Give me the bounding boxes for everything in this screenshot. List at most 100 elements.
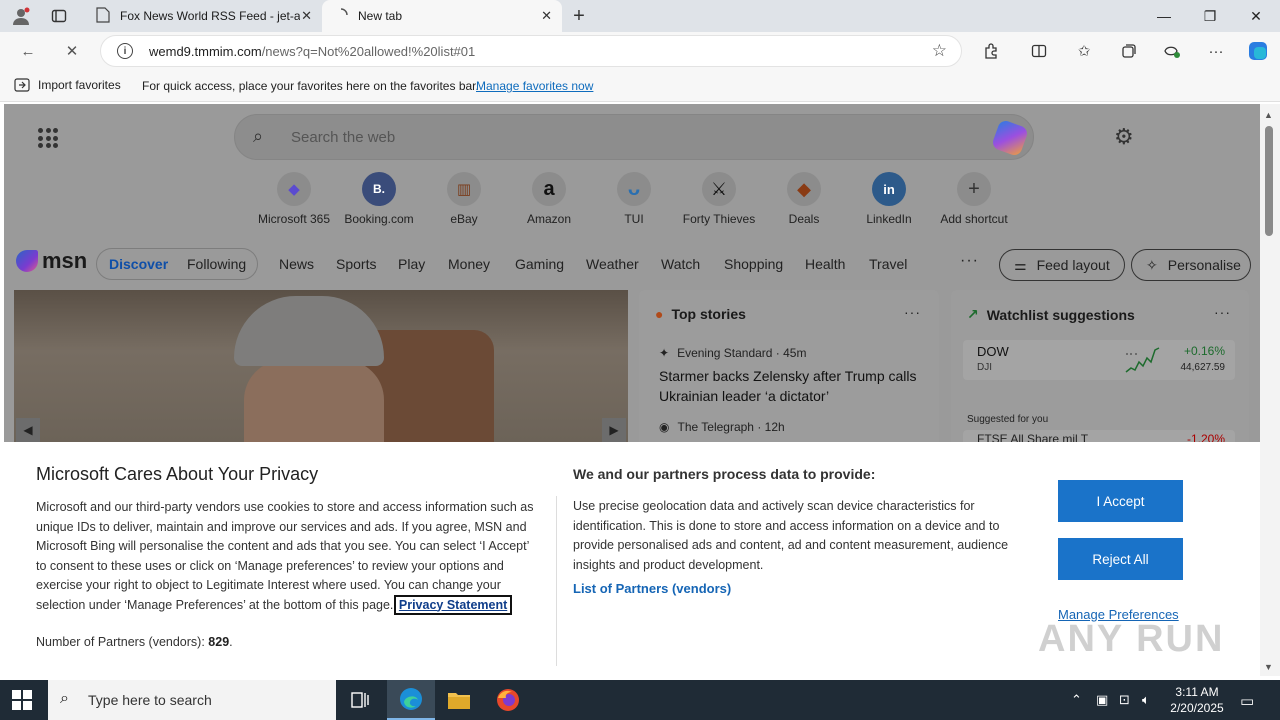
show-hidden-icons[interactable]: ⌃ — [1071, 692, 1082, 708]
msn-logo[interactable]: msn — [16, 248, 87, 274]
close-tab-icon[interactable]: ✕ — [541, 8, 552, 24]
nav-shopping[interactable]: Shopping — [724, 256, 783, 272]
edge-taskbar-icon[interactable] — [387, 680, 435, 720]
shortcut-tui[interactable]: ᴗ TUI — [594, 172, 674, 226]
restore-button[interactable]: ❐ — [1187, 0, 1233, 32]
nav-weather[interactable]: Weather — [586, 256, 639, 272]
shortcut-linkedin[interactable]: in LinkedIn — [849, 172, 929, 226]
watchlist-heading: ↗ Watchlist suggestions — [967, 306, 1135, 323]
settings-more-icon[interactable]: ··· — [1206, 41, 1226, 61]
divider — [556, 496, 557, 666]
amazon-icon: a — [532, 172, 566, 206]
address-bar[interactable]: i wemd9.tmmim.com/news?q=Not%20allowed!%… — [100, 35, 962, 67]
tab-new-tab[interactable]: New tab ✕ — [322, 0, 562, 32]
url-text[interactable]: wemd9.tmmim.com/news?q=Not%20allowed!%20… — [149, 44, 475, 59]
shortcut-microsoft-365[interactable]: ◆ Microsoft 365 — [254, 172, 334, 226]
scroll-down-icon[interactable]: ▼ — [1264, 662, 1273, 672]
nav-news[interactable]: News — [279, 256, 314, 272]
nav-gaming[interactable]: Gaming — [515, 256, 564, 272]
network-drive-icon[interactable]: ▣ — [1096, 692, 1108, 708]
carousel-prev-icon[interactable]: ◀ — [16, 418, 40, 442]
shortcut-deals[interactable]: ◆ Deals — [764, 172, 844, 226]
search-placeholder[interactable]: Search the web — [291, 129, 395, 146]
suggested-label: Suggested for you — [967, 414, 1049, 425]
privacy-title: Microsoft Cares About Your Privacy — [36, 464, 319, 484]
carousel-next-icon[interactable]: ▶ — [602, 418, 626, 442]
new-tab-button[interactable]: + — [570, 5, 588, 27]
shortcut-booking[interactable]: B. Booking.com — [339, 172, 419, 226]
minimize-button[interactable]: — — [1141, 0, 1187, 32]
more-options-icon[interactable]: ··· — [1214, 304, 1231, 320]
more-nav-icon[interactable]: ··· — [960, 252, 979, 270]
feed-layout-button[interactable]: ⚌ Feed layout — [999, 249, 1125, 281]
apps-grid-icon[interactable] — [38, 128, 58, 148]
split-screen-icon[interactable] — [1029, 41, 1049, 61]
forty-thieves-icon: ⚔ — [702, 172, 736, 206]
accept-button[interactable]: I Accept — [1058, 480, 1183, 522]
page-settings-gear-icon[interactable]: ⚙ — [1114, 124, 1134, 150]
windows-start-icon[interactable] — [12, 690, 32, 710]
nav-sports[interactable]: Sports — [336, 256, 376, 272]
story-headline[interactable]: Starmer backs Zelensky after Trump calls… — [659, 366, 929, 406]
import-favorites-label: Import favorites — [38, 78, 121, 92]
nav-money[interactable]: Money — [448, 256, 490, 272]
hero-image[interactable]: ◀ ▶ — [14, 290, 628, 442]
taskbar-search-box[interactable]: ⌕ Type here to search — [48, 680, 336, 720]
nav-travel[interactable]: Travel — [869, 256, 907, 272]
navigation-bar: ← ✕ i wemd9.tmmim.com/news?q=Not%20allow… — [0, 32, 1280, 70]
favorites-icon[interactable]: ✩ — [1074, 41, 1094, 61]
nav-health[interactable]: Health — [805, 256, 845, 272]
notifications-icon[interactable]: ▭ — [1240, 692, 1254, 710]
tab-title: New tab — [358, 9, 403, 23]
purposes-body: Use precise geolocation data and activel… — [573, 499, 1009, 572]
collections-icon[interactable] — [1119, 41, 1139, 61]
tab-discover[interactable]: Discover — [109, 256, 168, 272]
shortcut-ebay[interactable]: ▥ eBay — [424, 172, 504, 226]
tab-actions-icon[interactable] — [50, 7, 68, 25]
tab-following[interactable]: Following — [187, 256, 246, 272]
tui-icon: ᴗ — [617, 172, 651, 206]
back-icon[interactable]: ← — [18, 41, 38, 61]
page-scrollbar[interactable]: ▲ ▼ — [1260, 104, 1280, 676]
copilot-icon[interactable] — [1246, 39, 1270, 63]
extensions-icon[interactable] — [981, 41, 1001, 61]
browser-essentials-icon[interactable] — [1162, 41, 1182, 61]
nav-play[interactable]: Play — [398, 256, 425, 272]
story-source: ✦ Evening Standard · 45m — [659, 346, 807, 360]
stock-row-dow[interactable]: DOW DJI +0.16% 44,627.59 — [963, 340, 1235, 380]
import-favorites-button[interactable]: Import favorites — [14, 78, 121, 92]
watchlist-card: ↗ Watchlist suggestions ··· DOW DJI +0.1… — [951, 290, 1249, 450]
privacy-statement-link[interactable]: Privacy Statement — [393, 594, 513, 615]
copilot-search-icon[interactable] — [990, 118, 1030, 158]
nav-watch[interactable]: Watch — [661, 256, 700, 272]
close-window-button[interactable]: ✕ — [1233, 0, 1279, 32]
network-icon[interactable]: ⊡ — [1119, 692, 1130, 708]
loading-icon — [334, 7, 348, 25]
personalise-button[interactable]: ✧ Personalise — [1131, 249, 1251, 281]
reject-all-button[interactable]: Reject All — [1058, 538, 1183, 580]
close-tab-icon[interactable]: ✕ — [301, 8, 312, 24]
shortcut-forty-thieves[interactable]: ⚔ Forty Thieves — [679, 172, 759, 226]
task-view-icon[interactable] — [336, 680, 384, 720]
web-search-box[interactable]: ⌕ Search the web — [234, 114, 1034, 160]
manage-favorites-link[interactable]: Manage favorites now — [476, 79, 593, 93]
shortcut-amazon[interactable]: a Amazon — [509, 172, 589, 226]
scroll-up-icon[interactable]: ▲ — [1264, 110, 1273, 120]
volume-icon[interactable]: 🔈︎ — [1142, 692, 1150, 708]
privacy-body: Microsoft and our third-party vendors us… — [36, 500, 534, 615]
list-of-partners-link[interactable]: List of Partners (vendors) — [573, 581, 731, 596]
search-icon: ⌕ — [60, 690, 69, 707]
tab-fox-news[interactable]: Fox News World RSS Feed - jet-a ✕ — [84, 0, 322, 32]
file-explorer-icon[interactable] — [435, 680, 483, 720]
system-clock[interactable]: 3:11 AM 2/20/2025 — [1162, 684, 1232, 716]
profile-icon[interactable] — [12, 7, 30, 25]
taskbar-search-placeholder[interactable]: Type here to search — [88, 692, 212, 708]
stop-loading-icon[interactable]: ✕ — [62, 41, 82, 61]
search-icon: ⌕ — [253, 126, 264, 146]
favorite-star-icon[interactable]: ☆ — [932, 41, 947, 61]
add-shortcut-button[interactable]: + Add shortcut — [934, 172, 1014, 226]
more-options-icon[interactable]: ··· — [904, 304, 921, 320]
scrollbar-thumb[interactable] — [1265, 126, 1273, 236]
site-info-icon[interactable]: i — [117, 43, 133, 59]
firefox-icon[interactable] — [484, 680, 532, 720]
